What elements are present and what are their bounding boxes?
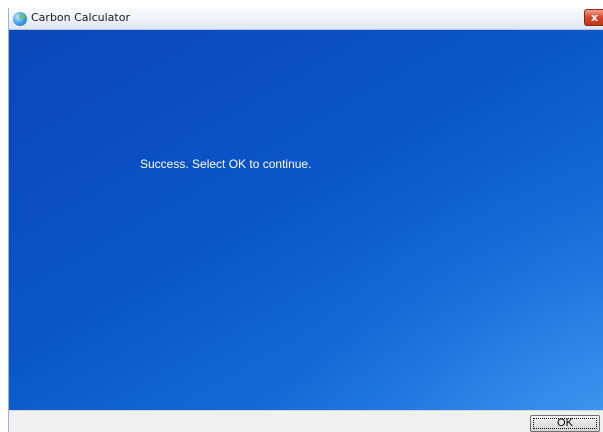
close-button[interactable]: x — [584, 9, 603, 26]
window-title: Carbon Calculator — [31, 11, 130, 24]
ok-button-label: OK — [557, 417, 573, 429]
carbon-calculator-window: Carbon Calculator x Success. Select OK t… — [8, 8, 603, 432]
ok-button[interactable]: OK — [530, 415, 600, 432]
title-bar[interactable]: Carbon Calculator x — [9, 8, 603, 30]
globe-icon — [13, 12, 27, 26]
content-panel: Success. Select OK to continue. — [9, 30, 603, 410]
success-message: Success. Select OK to continue. — [140, 157, 312, 171]
close-icon: x — [590, 11, 599, 24]
button-bar: OK — [9, 410, 603, 432]
